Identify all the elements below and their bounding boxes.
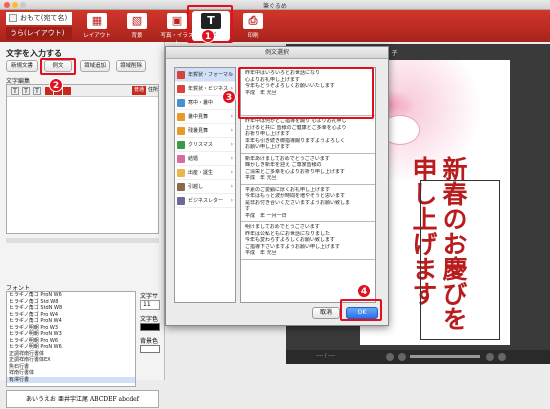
category-item[interactable]: 出産・誕生 ›: [175, 166, 235, 180]
size-label: 文字サ: [140, 293, 159, 300]
text-edit-area[interactable]: T T T 普通 住所: [6, 84, 159, 234]
size-field[interactable]: 11: [140, 300, 160, 310]
sample-text-item[interactable]: 新年あけましておめでとうございます 輝かしき新年を迎え ご尊家皆様の ご清栄とご多幸…: [241, 154, 375, 185]
horizontal-scrollbar[interactable]: [6, 238, 159, 243]
category-label: 暑中見舞: [188, 114, 209, 120]
chevron-right-icon: ›: [230, 183, 233, 190]
category-icon: [177, 127, 185, 135]
sample-text-line: 平成 年 元旦: [245, 250, 277, 256]
sample-text-line: 平成 年 一月一日: [245, 212, 287, 219]
toolbar-layout-label: レイアウト: [83, 33, 111, 39]
window-titlebar: 筆ぐるめ: [0, 0, 550, 10]
cancel-button[interactable]: 取消: [312, 307, 340, 319]
sample-text-item[interactable]: 昨年中は何かとご指導を賜り 心よりお礼申し 上げると共に 皆様のご健康とご多幸を心…: [241, 116, 375, 154]
delete-area-button[interactable]: 領域削除: [116, 60, 146, 72]
back-mode-label: うら(レイアウト): [10, 29, 65, 37]
category-label: 出産・誕生: [188, 170, 214, 176]
category-icon: [177, 197, 185, 205]
category-item[interactable]: 残暑見舞 ›: [175, 124, 235, 138]
preview-nav-bar: ---- / ----: [286, 350, 550, 364]
category-label: 年賀状・ビジネス: [188, 86, 229, 92]
annotation-badge-1: 1: [201, 29, 215, 43]
front-mode-label: おもて(宛て名): [20, 14, 68, 22]
bg-color-label: 背景色: [140, 338, 159, 345]
category-label: 年賀状・フォーマル: [188, 72, 234, 78]
next-page-button[interactable]: [486, 353, 494, 361]
category-icon: [177, 183, 185, 191]
category-item[interactable]: 暑中見舞 ›: [175, 110, 235, 124]
envelope-icon: [9, 14, 17, 22]
printer-icon: ⎙: [243, 13, 263, 29]
toolbar-background-label: 背景: [131, 33, 143, 39]
text-frame[interactable]: [420, 180, 500, 340]
sample-text-line: お願い申し上げます: [245, 144, 291, 150]
prev-page-button[interactable]: [386, 353, 394, 361]
category-item[interactable]: クリスマス ›: [175, 138, 235, 152]
sample-text-item[interactable]: 平素のご愛顧に厚くお礼申し上げます 今年はもっと波が時間を増やそうと思います 是非お…: [241, 185, 375, 222]
left-panel: 文字を入力する 新規文書 例文 領域追加 領域削除 文字編集 T T T 普通 …: [0, 42, 165, 408]
sample-text-line: 平成 年 元旦: [245, 175, 277, 181]
add-area-button[interactable]: 領域追加: [80, 60, 110, 72]
new-document-button[interactable]: 新規文書: [6, 60, 38, 72]
text-mode-icon[interactable]: T: [11, 87, 19, 95]
last-page-button[interactable]: [498, 353, 506, 361]
toolbar-layout-button[interactable]: ▦ レイアウト: [78, 11, 116, 41]
annotation-badge-2: 2: [49, 78, 63, 92]
category-icon: [177, 99, 185, 107]
address-style-button[interactable]: 住所: [148, 86, 158, 95]
page-readout: ---- / ----: [316, 353, 336, 359]
chevron-right-icon: ›: [230, 155, 233, 162]
dialog-title: 例文選択: [166, 47, 388, 59]
sample-text-item[interactable]: 明けましておめでとうございます 昨年は公私ともにお世話になりました 今年も変わらずよ…: [241, 222, 375, 260]
background-icon: ▧: [127, 13, 147, 29]
category-label: 結婚: [188, 156, 199, 162]
chevron-right-icon: ›: [230, 113, 233, 120]
highlight-ok-button: [340, 299, 382, 321]
category-label: ビジネスレター: [188, 198, 224, 204]
toolbar-background-button[interactable]: ▧ 背景: [118, 11, 156, 41]
edit-toolbar: T T T 普通 住所: [7, 85, 158, 97]
category-icon: [177, 85, 185, 93]
category-item[interactable]: ビジネスレター ›: [175, 194, 235, 208]
text-color-swatch[interactable]: [140, 323, 160, 331]
category-icon: [177, 113, 185, 121]
category-icon: [177, 141, 185, 149]
page-slider[interactable]: [410, 355, 480, 358]
vertical-text-icon[interactable]: T: [22, 87, 30, 95]
outline-text-icon[interactable]: T: [33, 87, 41, 95]
category-label: 引越し: [188, 184, 204, 190]
category-label: クリスマス: [188, 142, 213, 148]
align-right-icon[interactable]: [63, 87, 71, 95]
chevron-right-icon: ›: [230, 141, 233, 148]
chevron-right-icon: ›: [230, 197, 233, 204]
chevron-right-icon: ›: [230, 127, 233, 134]
category-label: 寒中・暑中: [188, 100, 214, 106]
toolbar-print-label: 印刷: [247, 33, 259, 39]
category-label: 残暑見舞: [188, 128, 209, 134]
window-title: 筆ぐるめ: [263, 3, 287, 10]
bg-color-swatch[interactable]: [140, 345, 160, 353]
normal-style-button[interactable]: 普通: [132, 86, 147, 95]
color-label: 文字色: [140, 316, 159, 323]
category-icon: [177, 155, 185, 163]
category-item[interactable]: 引越し ›: [175, 180, 235, 194]
annotation-badge-3: 3: [222, 90, 236, 104]
layout-icon: ▦: [87, 13, 107, 29]
chevron-right-icon: ›: [230, 71, 233, 78]
photo-illustration-icon: ▣: [167, 13, 187, 29]
back-page-button[interactable]: [398, 353, 406, 361]
chevron-right-icon: ›: [230, 169, 233, 176]
toolbar-print-button[interactable]: ⎙ 印刷: [234, 11, 272, 41]
font-preview: あいうえお 亜井宇江尾 ABCDEF abcdef: [6, 390, 159, 408]
highlight-sample-1: [238, 67, 374, 119]
font-list[interactable]: ヒラギノ角ゴ ProN W6 ヒラギノ角ゴ Std W8 ヒラギノ角ゴ StdN W…: [6, 291, 136, 387]
highlight-sample-button: [40, 58, 76, 75]
category-item[interactable]: 年賀状・フォーマル ›: [175, 68, 235, 82]
main-toolbar: おもて(宛て名) うら(レイアウト) ▦ レイアウト ▧ 背景 ▣ 写真・イラス…: [0, 10, 550, 47]
category-icon: [177, 169, 185, 177]
category-icon: [177, 71, 185, 79]
annotation-badge-4: 4: [357, 284, 371, 298]
category-item[interactable]: 結婚 ›: [175, 152, 235, 166]
back-mode-tab[interactable]: うら(レイアウト): [6, 27, 72, 40]
